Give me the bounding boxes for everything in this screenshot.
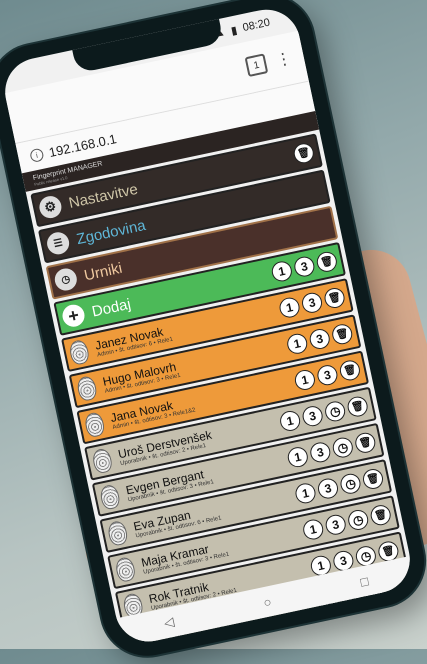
- back-icon[interactable]: ◁: [163, 614, 176, 632]
- info-icon[interactable]: i: [29, 147, 45, 163]
- button-1[interactable]: 1: [293, 368, 317, 392]
- trash-icon[interactable]: 🗑: [353, 430, 378, 455]
- trash-icon[interactable]: 🗑: [368, 503, 393, 528]
- fingerprint-icon: [67, 338, 91, 366]
- clock-icon[interactable]: ◷: [338, 471, 363, 496]
- trash-icon[interactable]: 🗑: [322, 286, 347, 310]
- button-1[interactable]: 1: [277, 295, 302, 320]
- button-1[interactable]: 1: [293, 481, 318, 506]
- fingerprint-icon: [114, 555, 137, 584]
- home-icon[interactable]: ○: [262, 594, 273, 610]
- button-3[interactable]: 3: [308, 440, 333, 465]
- button-3[interactable]: 3: [315, 363, 340, 388]
- plus-icon: +: [60, 302, 87, 329]
- trash-icon[interactable]: 🗑: [330, 322, 355, 347]
- button-3[interactable]: 3: [300, 290, 324, 315]
- clock-icon[interactable]: ◷: [346, 508, 371, 532]
- fingerprint-icon: [75, 374, 99, 403]
- gear-icon: ⚙: [37, 194, 64, 221]
- button-1[interactable]: 1: [285, 445, 310, 470]
- tabs-button[interactable]: 1: [244, 53, 269, 78]
- battery-icon: ▮: [229, 24, 239, 38]
- button-1[interactable]: 1: [269, 259, 294, 284]
- fingerprint-icon: [83, 411, 106, 439]
- clock-icon: ◷: [52, 266, 79, 293]
- recents-icon[interactable]: □: [359, 573, 370, 589]
- button-3[interactable]: 3: [307, 327, 332, 351]
- phone-screen: ▲ ▮ 08:20 1 ⋮ i 192.168.0.1 Fingerprint …: [0, 3, 417, 648]
- photo-scene: ▲ ▮ 08:20 1 ⋮ i 192.168.0.1 Fingerprint …: [0, 0, 427, 664]
- browser-menu-icon[interactable]: ⋮: [274, 48, 294, 71]
- button-1[interactable]: 1: [278, 409, 302, 433]
- button-1[interactable]: 1: [301, 517, 326, 542]
- button-3[interactable]: 3: [300, 404, 325, 429]
- clock-icon[interactable]: ◷: [323, 399, 347, 424]
- trash-icon[interactable]: 🗑: [361, 467, 385, 491]
- button-1[interactable]: 1: [285, 331, 310, 356]
- trash-icon[interactable]: 🗑: [345, 394, 370, 419]
- fingerprint-icon: [91, 447, 114, 475]
- status-time: 08:20: [241, 16, 272, 35]
- button-3[interactable]: 3: [316, 476, 340, 501]
- trash-icon[interactable]: 🗑: [314, 249, 339, 274]
- fingerprint-icon: [98, 483, 122, 511]
- button-3[interactable]: 3: [292, 254, 317, 279]
- fingerprint-icon: [106, 519, 130, 547]
- trash-icon[interactable]: 🗑: [338, 358, 362, 383]
- clock-icon[interactable]: ◷: [330, 435, 355, 460]
- phone-device: ▲ ▮ 08:20 1 ⋮ i 192.168.0.1 Fingerprint …: [0, 0, 427, 664]
- button-3[interactable]: 3: [323, 512, 348, 537]
- list-icon: ☰: [45, 230, 72, 257]
- trash-icon[interactable]: 🗑: [291, 141, 316, 166]
